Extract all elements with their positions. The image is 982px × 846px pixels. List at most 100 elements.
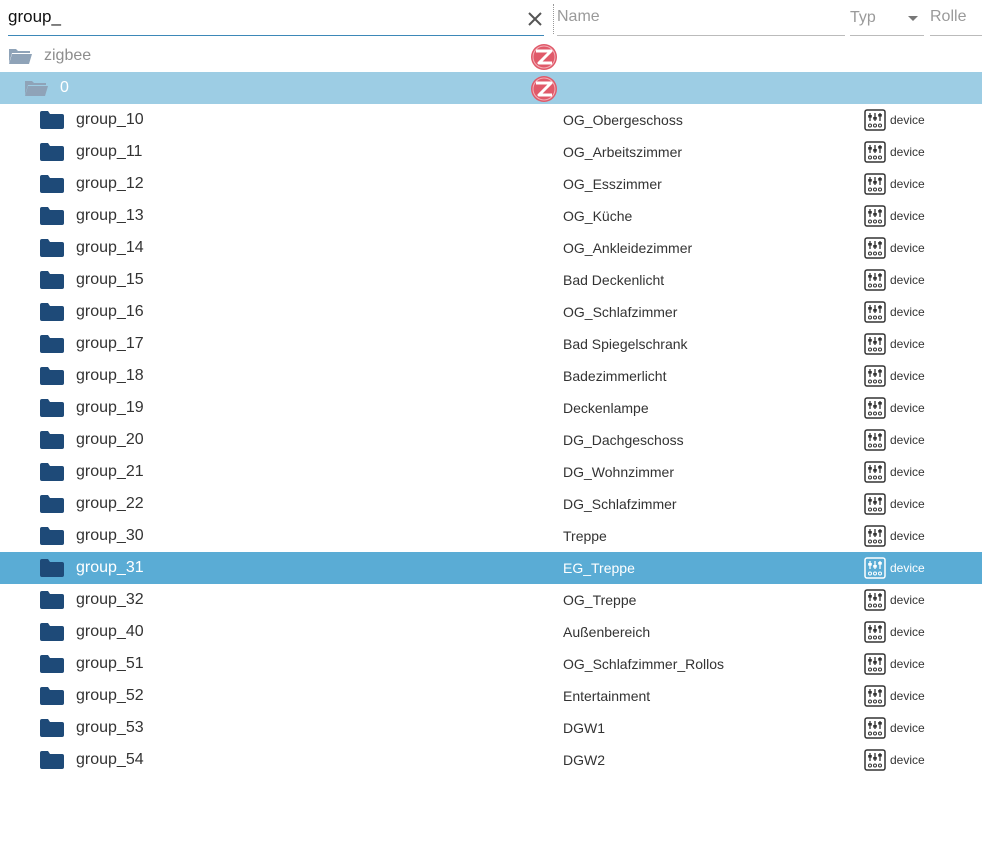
tree-row-zigbee[interactable]: zigbee <box>0 40 982 72</box>
folder-icon[interactable] <box>40 463 64 481</box>
tree-row[interactable]: group_53 DGW1 device <box>0 712 982 744</box>
tree-row[interactable]: group_10 OG_Obergeschoss device <box>0 104 982 136</box>
tree-row[interactable]: group_30 Treppe device <box>0 520 982 552</box>
object-name: Deckenlampe <box>563 400 649 416</box>
tree-row[interactable]: group_51 OG_Schlafzimmer_Rollos device <box>0 648 982 680</box>
object-type: device <box>890 689 925 703</box>
folder-icon[interactable] <box>40 271 64 289</box>
object-id: group_40 <box>76 623 144 640</box>
id-filter <box>8 2 544 36</box>
caret-down-icon <box>908 16 918 21</box>
tree-row[interactable]: group_16 OG_Schlafzimmer device <box>0 296 982 328</box>
zigbee-logo-icon <box>531 44 557 70</box>
folder-icon[interactable] <box>40 335 64 353</box>
tree-row[interactable]: group_11 OG_Arbeitszimmer device <box>0 136 982 168</box>
object-type: device <box>890 273 925 287</box>
clear-icon[interactable] <box>526 10 544 28</box>
object-type: device <box>890 209 925 223</box>
folder-icon[interactable] <box>40 687 64 705</box>
device-icon <box>864 621 886 643</box>
id-filter-input[interactable] <box>8 2 508 32</box>
object-name: OG_Ankleidezimmer <box>563 240 693 256</box>
folder-icon[interactable] <box>40 207 64 225</box>
tree-row[interactable]: group_52 Entertainment device <box>0 680 982 712</box>
object-id: group_54 <box>76 751 144 768</box>
folder-icon[interactable] <box>40 655 64 673</box>
object-id: group_11 <box>76 143 143 160</box>
name-filter-input[interactable] <box>557 2 845 32</box>
folder-icon[interactable] <box>40 719 64 737</box>
folder-icon[interactable] <box>40 495 64 513</box>
object-id: group_21 <box>76 463 144 480</box>
role-filter <box>930 2 982 36</box>
folder-icon[interactable] <box>40 303 64 321</box>
tree-row[interactable]: group_17 Bad Spiegelschrank device <box>0 328 982 360</box>
folder-icon[interactable] <box>40 239 64 257</box>
object-id: group_15 <box>76 271 144 288</box>
tree-row-instance-0[interactable]: 0 <box>0 72 982 104</box>
object-type: device <box>890 401 925 415</box>
object-name: Bad Spiegelschrank <box>563 336 688 352</box>
object-name: DG_Dachgeschoss <box>563 432 684 448</box>
tree-row[interactable]: group_21 DG_Wohnzimmer device <box>0 456 982 488</box>
object-type: device <box>890 753 925 767</box>
tree-row[interactable]: group_13 OG_Küche device <box>0 200 982 232</box>
object-id: group_17 <box>76 335 144 352</box>
object-id: group_52 <box>76 687 144 704</box>
tree-row[interactable]: group_20 DG_Dachgeschoss device <box>0 424 982 456</box>
object-name: Entertainment <box>563 688 651 704</box>
folder-icon[interactable] <box>40 175 64 193</box>
device-icon <box>864 173 886 195</box>
object-type: device <box>890 177 925 191</box>
object-id: group_32 <box>76 591 144 608</box>
tree-row[interactable]: group_40 Außenbereich device <box>0 616 982 648</box>
column-separator <box>553 4 554 34</box>
folder-icon[interactable] <box>40 367 64 385</box>
folder-icon[interactable] <box>40 527 64 545</box>
tree-row[interactable]: group_15 Bad Deckenlicht device <box>0 264 982 296</box>
tree-row[interactable]: group_19 Deckenlampe device <box>0 392 982 424</box>
device-icon <box>864 333 886 355</box>
object-type: device <box>890 561 925 575</box>
object-type: device <box>890 721 925 735</box>
folder-icon[interactable] <box>40 623 64 641</box>
folder-icon[interactable] <box>40 559 64 577</box>
device-icon <box>864 461 886 483</box>
name-filter <box>557 2 845 36</box>
folder-icon[interactable] <box>40 111 64 129</box>
tree-row[interactable]: group_14 OG_Ankleidezimmer device <box>0 232 982 264</box>
tree-row[interactable]: group_18 Badezimmerlicht device <box>0 360 982 392</box>
device-icon <box>864 237 886 259</box>
tree-row[interactable]: group_31 EG_Treppe device <box>0 552 982 584</box>
tree-row[interactable]: group_54 DGW2 device <box>0 744 982 776</box>
device-icon <box>864 141 886 163</box>
folder-icon[interactable] <box>40 143 64 161</box>
object-type: device <box>890 113 925 127</box>
device-icon <box>864 269 886 291</box>
folder-icon[interactable] <box>40 431 64 449</box>
role-filter-input[interactable] <box>930 2 982 32</box>
object-name: Badezimmerlicht <box>563 368 667 384</box>
folder-open-icon[interactable] <box>24 79 48 97</box>
folder-open-icon[interactable] <box>8 47 32 65</box>
folder-icon[interactable] <box>40 399 64 417</box>
folder-icon[interactable] <box>40 591 64 609</box>
object-type: device <box>890 625 925 639</box>
tree-row-label: zigbee <box>44 47 92 64</box>
device-icon <box>864 653 886 675</box>
object-id: group_51 <box>76 655 144 672</box>
folder-icon[interactable] <box>40 751 64 769</box>
object-id: group_20 <box>76 431 144 448</box>
device-icon <box>864 557 886 579</box>
filter-bar: Typ <box>0 0 982 40</box>
object-name: OG_Treppe <box>563 592 637 608</box>
object-id: group_30 <box>76 527 144 544</box>
type-filter-label: Typ <box>850 9 876 26</box>
tree-row[interactable]: group_32 OG_Treppe device <box>0 584 982 616</box>
object-name: OG_Schlafzimmer_Rollos <box>563 656 725 672</box>
tree-row[interactable]: group_22 DG_Schlafzimmer device <box>0 488 982 520</box>
object-id: group_31 <box>76 559 144 576</box>
type-filter-select[interactable]: Typ <box>850 2 924 36</box>
tree-row[interactable]: group_12 OG_Esszimmer device <box>0 168 982 200</box>
device-icon <box>864 109 886 131</box>
